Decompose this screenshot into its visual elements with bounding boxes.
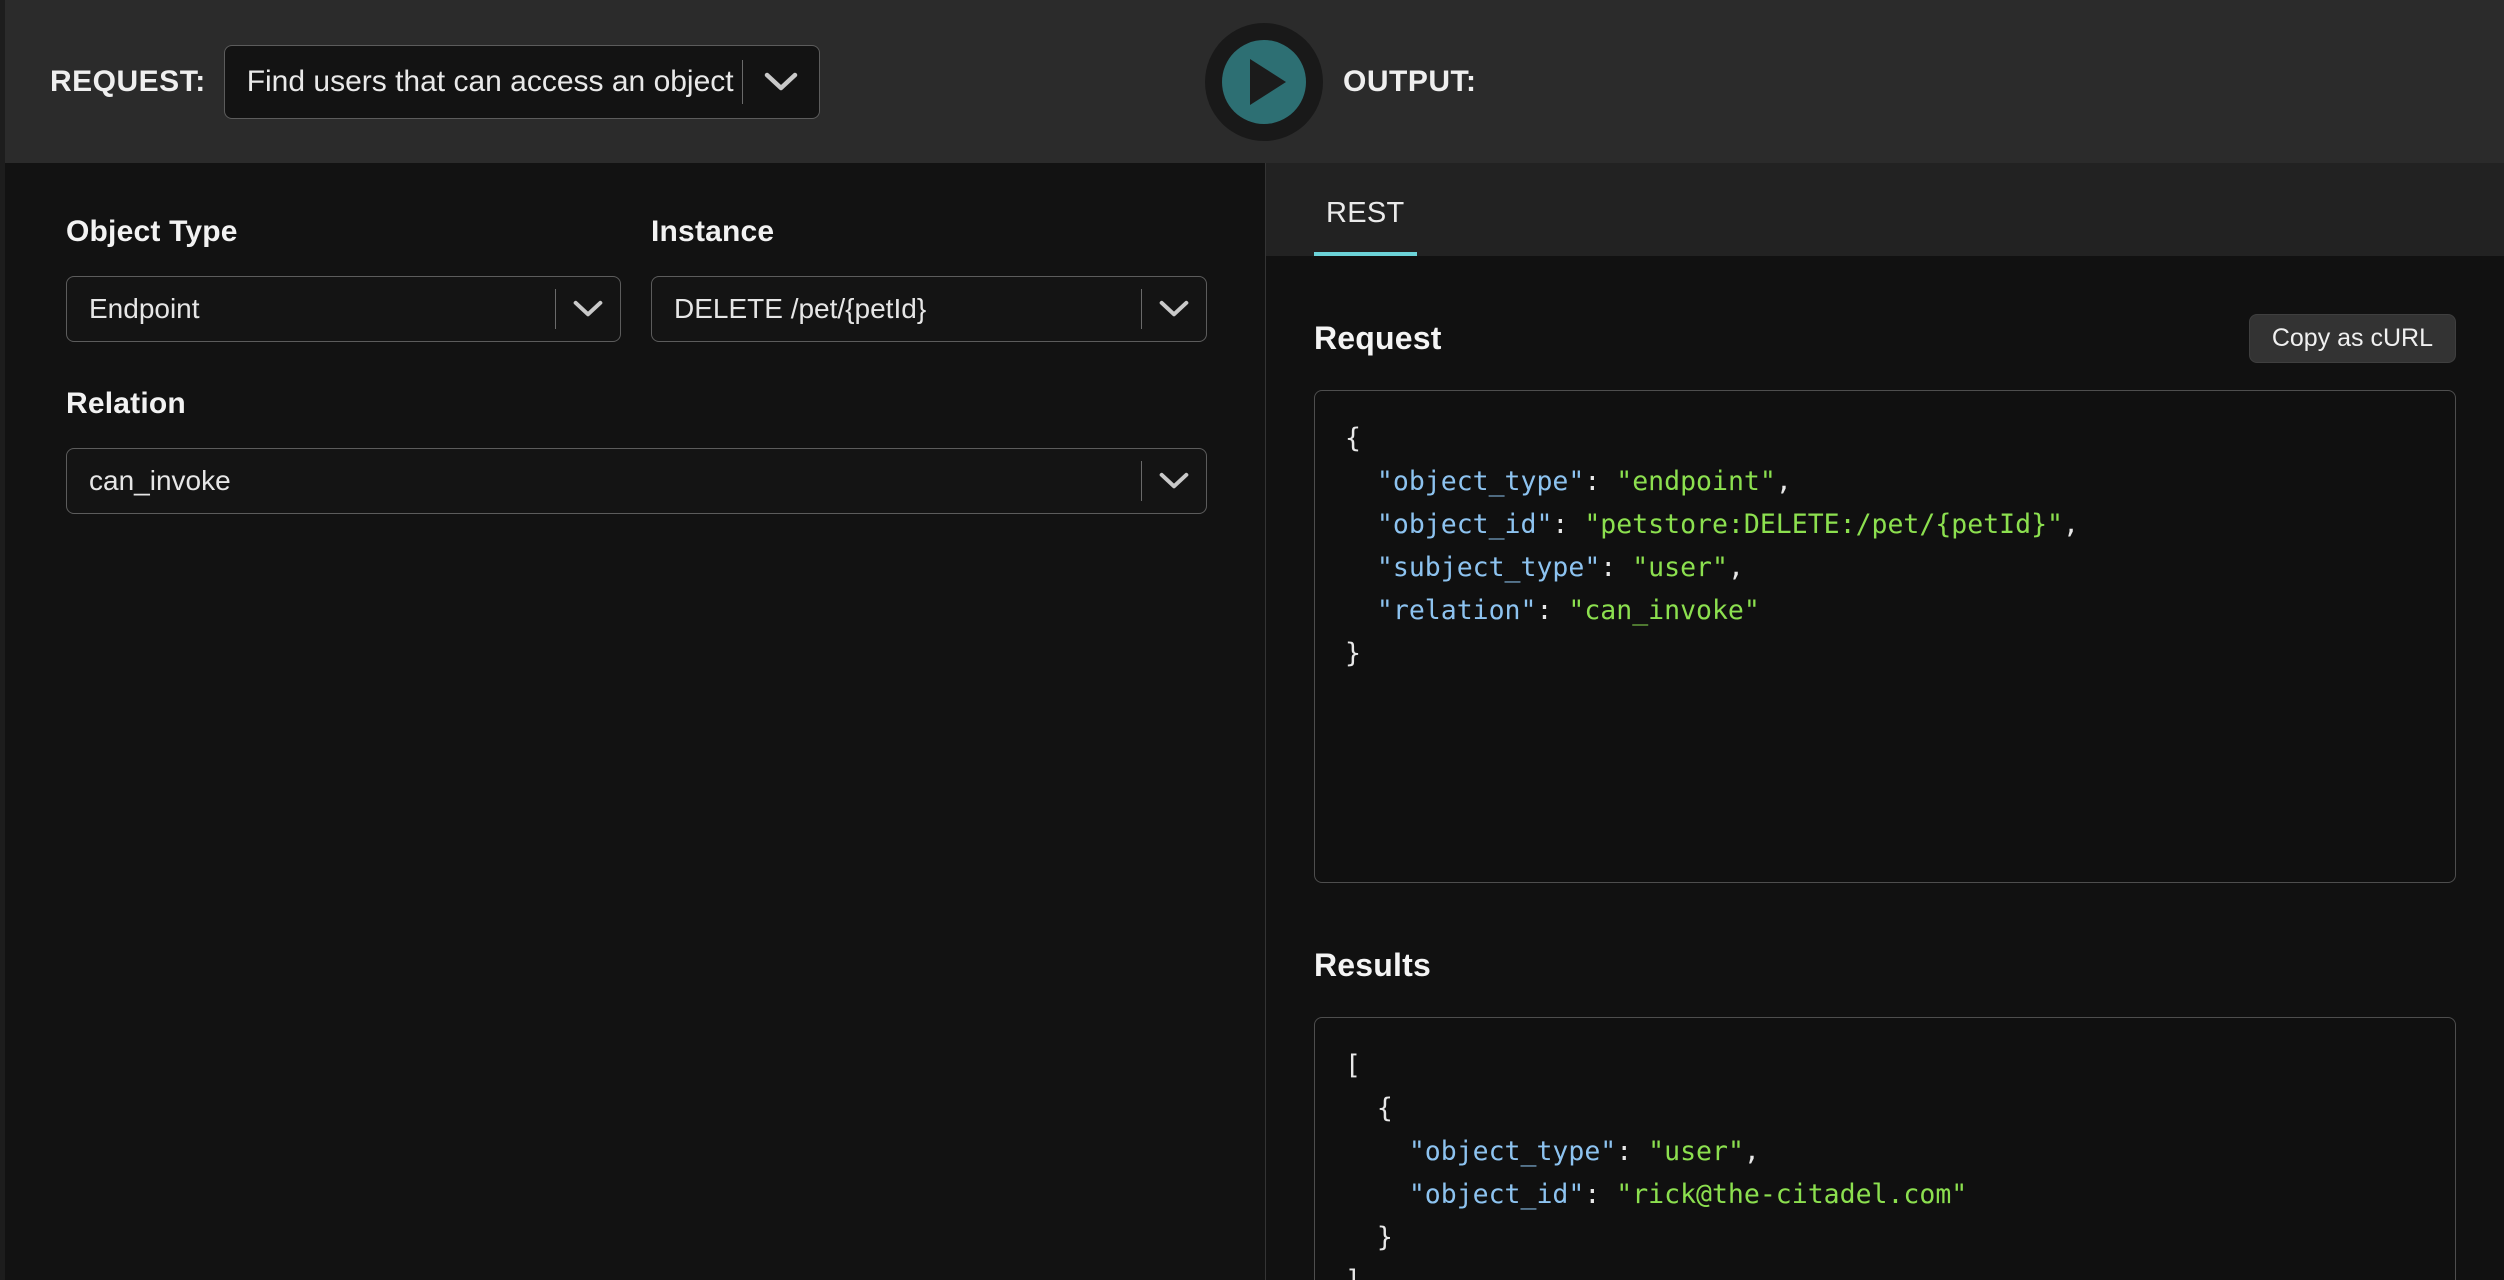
object-type-label: Object Type (66, 215, 238, 248)
instance-label: Instance (651, 215, 775, 248)
object-type-select[interactable]: Endpoint (66, 276, 621, 342)
request-json: { "object_type": "endpoint", "object_id"… (1345, 423, 2079, 669)
right-output-panel: REST Request Copy as cURL { "object_type… (1266, 163, 2504, 1280)
query-form: Object Type Endpoint Instance DELETE /pe… (0, 163, 1265, 514)
play-icon (1222, 40, 1306, 124)
instance-value: DELETE /pet/{petId} (674, 293, 927, 324)
chevron-down-icon (743, 71, 819, 93)
app-root: REQUEST: Find users that can access an o… (0, 0, 2504, 1280)
top-bar: REQUEST: Find users that can access an o… (0, 0, 2504, 163)
request-type-dropdown[interactable]: Find users that can access an object (223, 44, 820, 119)
window-edge-strip (0, 0, 5, 163)
chevron-down-icon (1142, 299, 1206, 319)
object-type-field: Object Type Endpoint (66, 215, 621, 342)
object-type-value: Endpoint (89, 293, 200, 324)
run-play-button[interactable] (1205, 23, 1323, 141)
request-label: REQUEST: (50, 64, 206, 98)
object-row: Object Type Endpoint Instance DELETE /pe… (66, 215, 1265, 342)
chevron-down-icon (1142, 471, 1206, 491)
output-tabbar: REST (1266, 163, 2504, 256)
results-code-box[interactable]: [ { "object_type": "user", "object_id": … (1314, 1017, 2456, 1280)
copy-as-curl-button[interactable]: Copy as cURL (2248, 313, 2456, 363)
chevron-down-icon (556, 299, 620, 319)
request-type-value: Find users that can access an object (246, 64, 734, 98)
relation-select[interactable]: can_invoke (66, 448, 1207, 514)
left-edge-strip (0, 163, 5, 1280)
request-title: Request (1314, 319, 1442, 356)
relation-value: can_invoke (89, 465, 231, 496)
results-section-header: Results (1314, 933, 2456, 997)
tab-rest[interactable]: REST (1314, 197, 1417, 256)
output-label: OUTPUT: (1343, 64, 1477, 98)
request-section-header: Request Copy as cURL (1314, 306, 2456, 370)
relation-label: Relation (66, 387, 186, 420)
output-content: Request Copy as cURL { "object_type": "e… (1266, 256, 2504, 1280)
results-json: [ { "object_type": "user", "object_id": … (1345, 1050, 1968, 1280)
left-form-panel: Object Type Endpoint Instance DELETE /pe… (0, 163, 1266, 1280)
play-triangle (1250, 59, 1286, 105)
results-title: Results (1314, 946, 1431, 983)
content-split: Object Type Endpoint Instance DELETE /pe… (0, 163, 2504, 1280)
instance-select[interactable]: DELETE /pet/{petId} (651, 276, 1207, 342)
relation-field: Relation can_invoke (66, 387, 1265, 514)
request-code-box[interactable]: { "object_type": "endpoint", "object_id"… (1314, 390, 2456, 883)
instance-field: Instance DELETE /pet/{petId} (651, 215, 1207, 342)
